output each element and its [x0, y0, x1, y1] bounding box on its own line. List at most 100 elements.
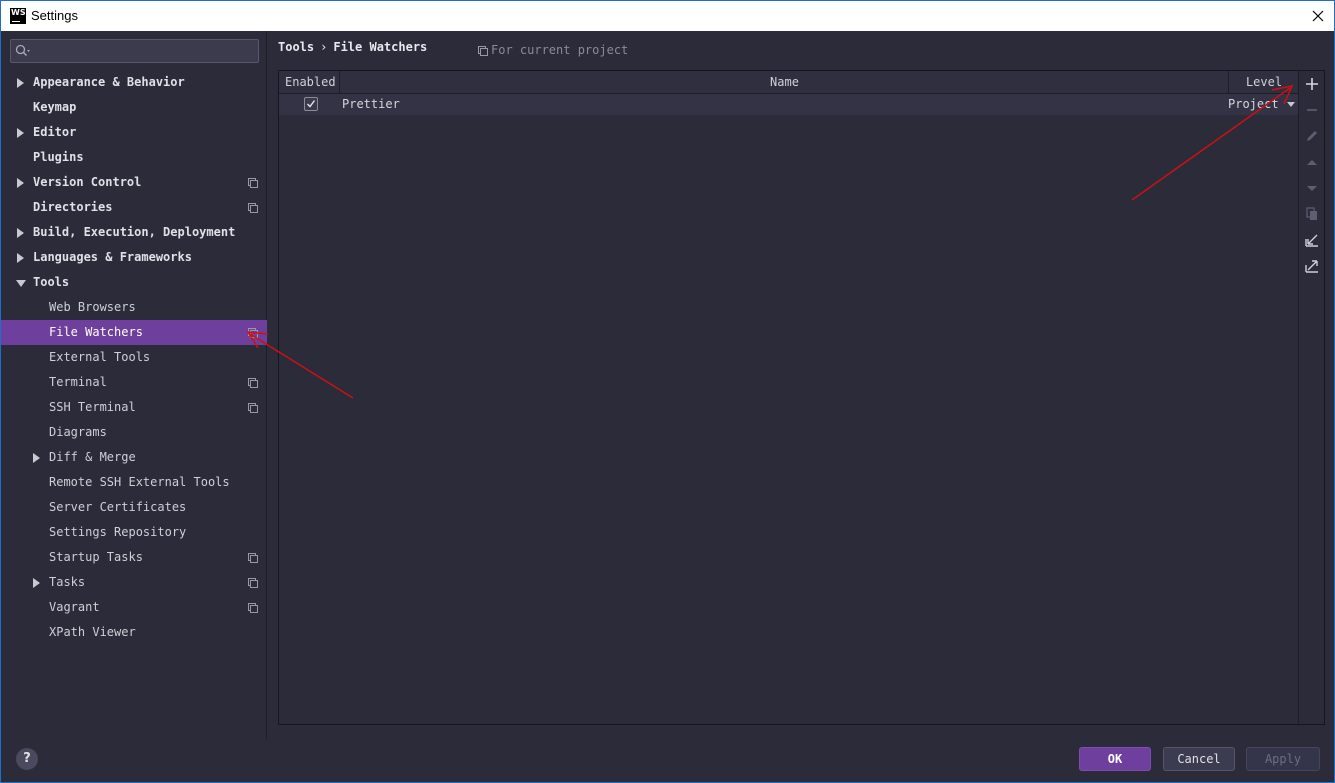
copy-icon [1306, 207, 1317, 220]
sidebar-item-version-control[interactable]: Version Control [1, 170, 267, 195]
sidebar-item-label: XPath Viewer [49, 625, 136, 639]
sidebar-item-label: Keymap [33, 100, 77, 114]
table-row[interactable]: Prettier Project [279, 94, 1298, 115]
sidebar-item-label: External Tools [49, 350, 151, 364]
sidebar-item-startup-tasks[interactable]: Startup Tasks [1, 545, 267, 570]
breadcrumb-parent[interactable]: Tools [278, 40, 314, 54]
settings-tree: Appearance & Behavior Keymap Editor Plugins… [1, 70, 267, 645]
sidebar-item-tools[interactable]: Tools [1, 270, 267, 295]
sidebar-item-label: Terminal [49, 375, 107, 389]
ok-button[interactable]: OK [1079, 747, 1151, 771]
copy-button[interactable] [1299, 201, 1325, 227]
sidebar-item-label: File Watchers [49, 325, 143, 339]
sidebar-item-external-tools[interactable]: External Tools [1, 345, 267, 370]
import-button[interactable] [1299, 227, 1325, 253]
sidebar-item-label: Settings Repository [49, 525, 187, 539]
sidebar-item-build-execution-deployment[interactable]: Build, Execution, Deployment [1, 220, 267, 245]
cancel-button[interactable]: Cancel [1163, 747, 1235, 771]
edit-icon [1307, 131, 1317, 141]
close-button[interactable] [1300, 1, 1334, 31]
sidebar-item-label: Diagrams [49, 425, 107, 439]
breadcrumb-separator: › [320, 40, 328, 54]
sidebar-item-appearance-behavior[interactable]: Appearance & Behavior [1, 70, 267, 95]
close-icon [1312, 10, 1324, 22]
sidebar-item-plugins[interactable]: Plugins [1, 145, 267, 170]
column-header-name[interactable]: Name [341, 71, 1229, 93]
sidebar-item-file-watchers[interactable]: File Watchers [1, 320, 267, 345]
project-scope-icon [248, 403, 258, 413]
help-button[interactable]: ? [16, 748, 38, 770]
sidebar-item-remote-ssh-external-tools[interactable]: Remote SSH External Tools [1, 470, 267, 495]
import-icon [1305, 234, 1318, 247]
level-select[interactable]: Project [1228, 97, 1279, 111]
sidebar-item-settings-repository[interactable]: Settings Repository [1, 520, 267, 545]
sidebar-item-label: Vagrant [49, 600, 100, 614]
expand-arrow-right-icon[interactable] [16, 120, 26, 145]
breadcrumb-current: File Watchers [333, 40, 428, 54]
sidebar-item-label: Languages & Frameworks [33, 250, 192, 264]
move-up-icon [1307, 160, 1317, 165]
add-icon [1306, 78, 1318, 90]
sidebar-item-label: Server Certificates [49, 500, 187, 514]
column-header-level[interactable]: Level [1230, 71, 1298, 93]
scope-hint-label: For current project [491, 43, 629, 57]
sidebar-item-ssh-terminal[interactable]: SSH Terminal [1, 395, 267, 420]
add-button[interactable] [1299, 71, 1325, 97]
edit-button[interactable] [1299, 123, 1325, 149]
chevron-down-icon[interactable] [1287, 102, 1295, 107]
move-down-icon [1307, 186, 1317, 191]
sidebar-item-label: Tasks [49, 575, 86, 589]
sidebar-item-tasks[interactable]: Tasks [1, 570, 267, 595]
expand-arrow-right-icon[interactable] [32, 445, 42, 470]
sidebar-item-label: Directories [33, 200, 113, 214]
expand-arrow-right-icon[interactable] [16, 220, 26, 245]
expand-arrow-down-icon[interactable] [16, 270, 26, 295]
sidebar-item-label: Build, Execution, Deployment [33, 225, 236, 239]
sidebar-item-diff-merge[interactable]: Diff & Merge [1, 445, 267, 470]
export-icon [1305, 260, 1318, 273]
scope-hint: For current project [478, 43, 628, 57]
sidebar-item-label: Startup Tasks [49, 550, 143, 564]
expand-arrow-right-icon[interactable] [32, 570, 42, 595]
sidebar-item-web-browsers[interactable]: Web Browsers [1, 295, 267, 320]
expand-arrow-right-icon[interactable] [16, 70, 26, 95]
remove-icon [1307, 109, 1317, 111]
project-scope-icon [248, 178, 258, 188]
breadcrumb: Tools › File Watchers [278, 40, 427, 56]
file-watchers-table: Enabled Name Level Prettier Project [279, 71, 1298, 724]
project-scope-icon [248, 603, 258, 613]
column-header-enabled[interactable]: Enabled [279, 71, 340, 93]
sidebar-item-diagrams[interactable]: Diagrams [1, 420, 267, 445]
export-button[interactable] [1299, 253, 1325, 279]
sidebar-item-label: Plugins [33, 150, 84, 164]
sidebar-item-terminal[interactable]: Terminal [1, 370, 267, 395]
sidebar-item-label: Remote SSH External Tools [49, 475, 230, 489]
table-toolbar [1298, 71, 1324, 724]
enabled-checkbox[interactable] [304, 97, 318, 111]
sidebar-item-vagrant[interactable]: Vagrant [1, 595, 267, 620]
sidebar-item-editor[interactable]: Editor [1, 120, 267, 145]
title-bar: WS Settings [0, 0, 1335, 31]
table-header: Enabled Name Level [279, 71, 1298, 94]
move-up-button[interactable] [1299, 149, 1325, 175]
project-scope-icon [248, 553, 258, 563]
apply-button[interactable]: Apply [1246, 747, 1320, 771]
expand-arrow-right-icon[interactable] [16, 170, 26, 195]
expand-arrow-right-icon[interactable] [16, 245, 26, 270]
file-watchers-panel: Enabled Name Level Prettier Project [278, 70, 1325, 725]
sidebar-item-label: Version Control [33, 175, 142, 189]
sidebar-item-xpath-viewer[interactable]: XPath Viewer [1, 620, 267, 645]
remove-button[interactable] [1299, 97, 1325, 123]
project-scope-icon [478, 46, 488, 56]
search-input[interactable] [10, 39, 259, 63]
checkmark-icon [307, 100, 316, 108]
project-scope-icon [248, 203, 258, 213]
sidebar-item-languages-frameworks[interactable]: Languages & Frameworks [1, 245, 267, 270]
sidebar-item-label: Tools [33, 275, 70, 289]
move-down-button[interactable] [1299, 175, 1325, 201]
settings-sidebar: Appearance & Behavior Keymap Editor Plugins… [1, 31, 267, 739]
project-scope-icon [248, 328, 258, 338]
sidebar-item-directories[interactable]: Directories [1, 195, 267, 220]
sidebar-item-keymap[interactable]: Keymap [1, 95, 267, 120]
sidebar-item-server-certificates[interactable]: Server Certificates [1, 495, 267, 520]
